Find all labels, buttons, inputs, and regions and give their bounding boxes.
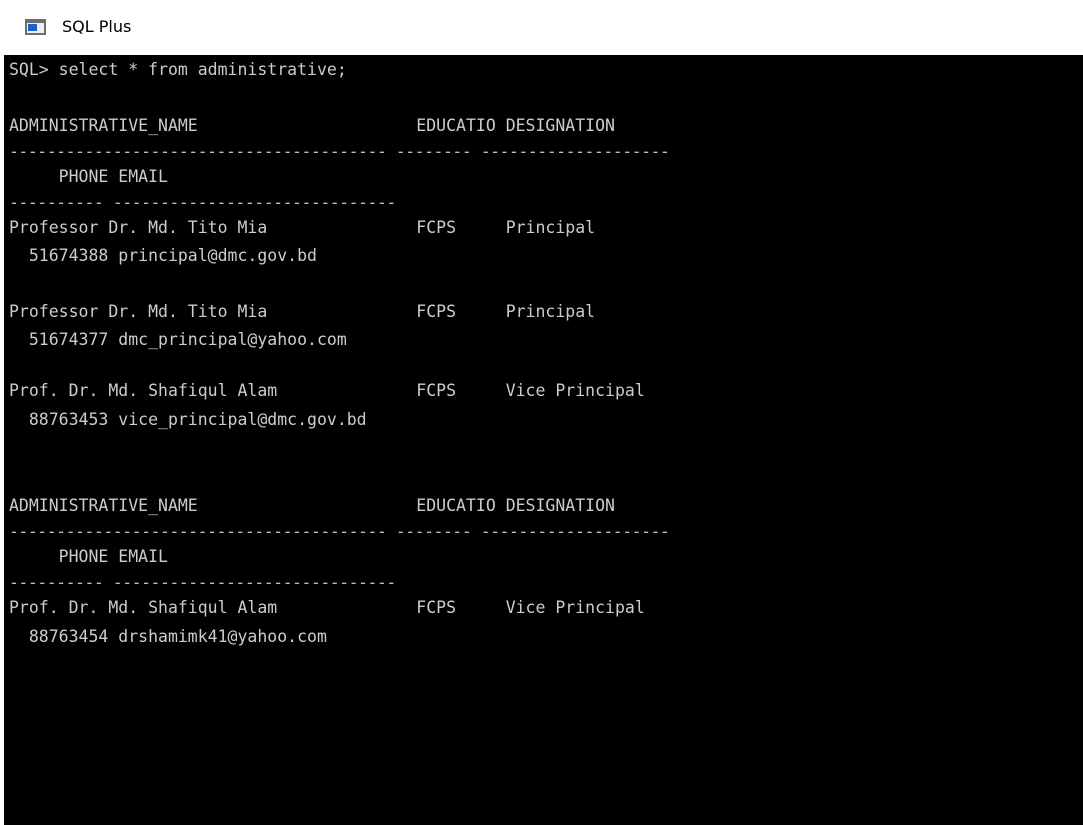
title-bar[interactable]: SQL Plus: [0, 0, 1083, 55]
console-line-header: ADMINISTRATIVE_NAME EDUCATIO DESIGNATION: [9, 116, 615, 135]
window-title: SQL Plus: [62, 17, 132, 36]
console-line-header: PHONE EMAIL: [9, 547, 168, 566]
console-line-row: 88763454 drshamimk41@yahoo.com: [9, 627, 327, 646]
console-line-header: PHONE EMAIL: [9, 167, 168, 186]
console-line-separator: ---------- -----------------------------…: [9, 573, 396, 592]
console-line-row: 51674388 principal@dmc.gov.bd: [9, 246, 317, 265]
window-left-border: [0, 55, 4, 825]
console-line-row: Prof. Dr. Md. Shafiqul Alam FCPS Vice Pr…: [9, 381, 645, 400]
console-line-separator: ---------- -----------------------------…: [9, 193, 396, 212]
console-line-row: 51674377 dmc_principal@yahoo.com: [9, 330, 347, 349]
console-line-separator: ----------------------------------------…: [9, 522, 670, 541]
console-line-row: 88763453 vice_principal@dmc.gov.bd: [9, 410, 367, 429]
sqlplus-window: SQL Plus SQL> select * from administrati…: [0, 0, 1083, 825]
console-line-row: Professor Dr. Md. Tito Mia FCPS Principa…: [9, 302, 596, 321]
console-line-separator: ----------------------------------------…: [9, 142, 670, 161]
scrollbar-track[interactable]: [1071, 55, 1083, 825]
console-line-row: Prof. Dr. Md. Shafiqul Alam FCPS Vice Pr…: [9, 598, 645, 617]
console-line-prompt: SQL> select * from administrative;: [9, 60, 347, 79]
console-line-header: ADMINISTRATIVE_NAME EDUCATIO DESIGNATION: [9, 496, 615, 515]
console-output[interactable]: SQL> select * from administrative; ADMIN…: [9, 55, 1069, 825]
console-app-icon[interactable]: [25, 19, 46, 35]
console-app-icon-fill: [28, 24, 37, 31]
console-line-row: Professor Dr. Md. Tito Mia FCPS Principa…: [9, 218, 596, 237]
